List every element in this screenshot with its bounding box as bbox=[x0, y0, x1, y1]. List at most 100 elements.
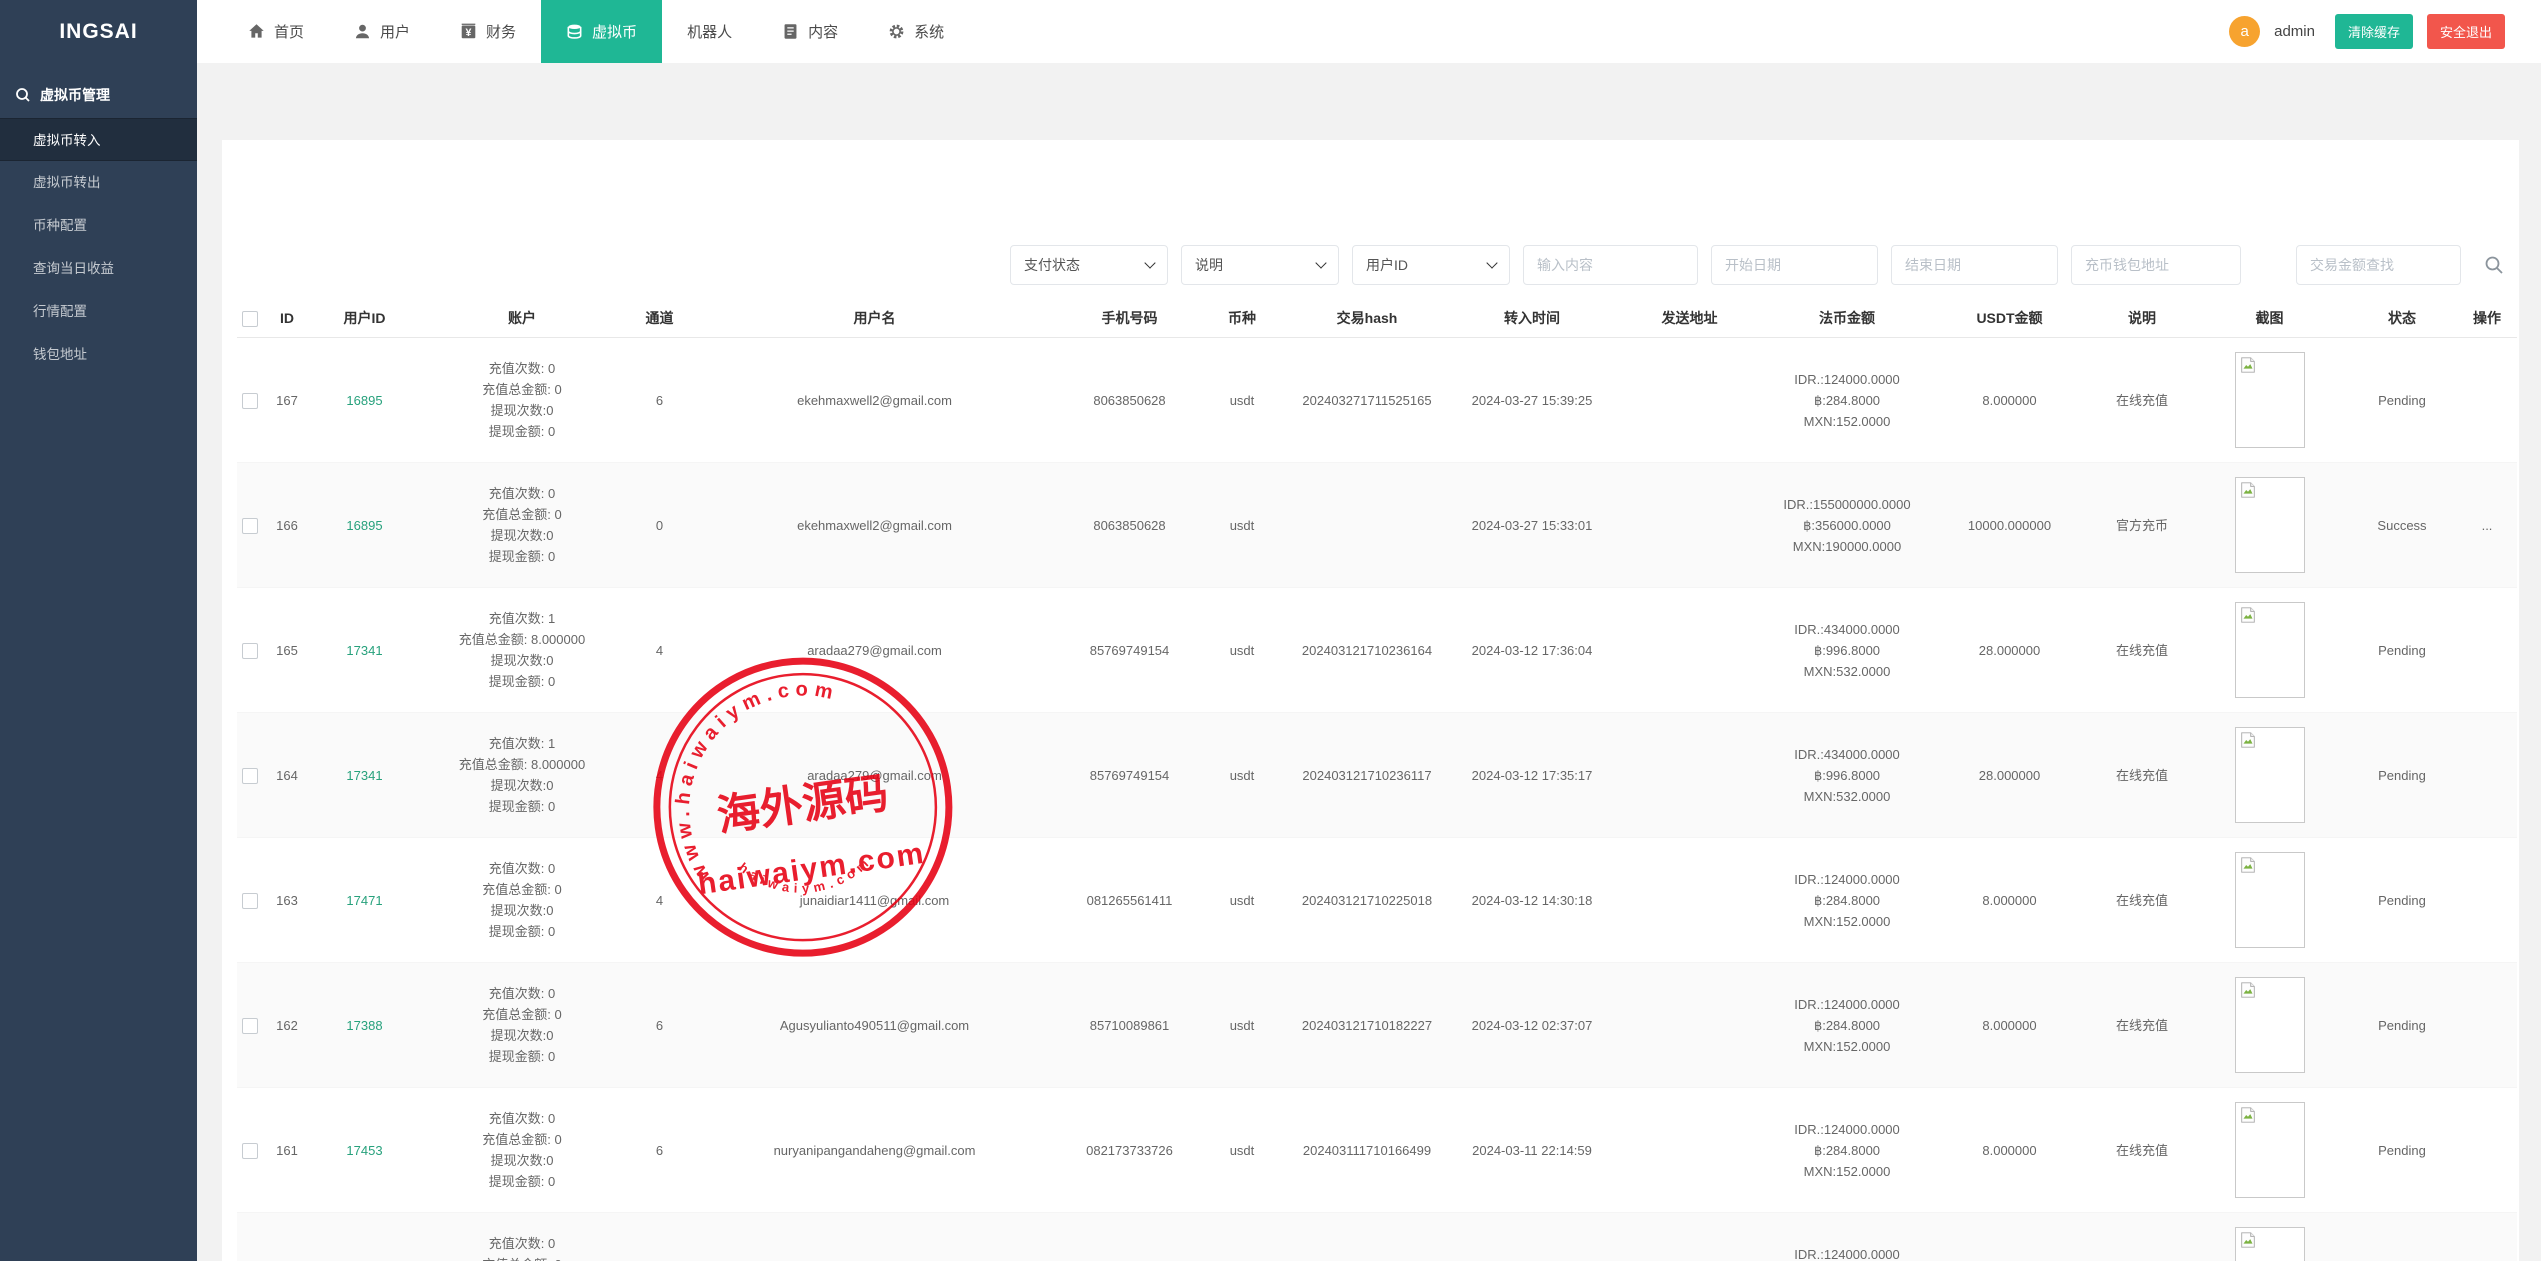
screenshot-thumb[interactable] bbox=[2235, 852, 2305, 948]
cell-user-id-link[interactable]: 17341 bbox=[312, 588, 417, 713]
cell-op[interactable] bbox=[2457, 838, 2517, 963]
cell-id: 163 bbox=[262, 838, 312, 963]
screenshot-thumb[interactable] bbox=[2235, 977, 2305, 1073]
nav-item[interactable]: 首页 bbox=[223, 0, 329, 63]
nav-item[interactable]: 虚拟币 bbox=[541, 0, 662, 63]
cell-op[interactable] bbox=[2457, 713, 2517, 838]
sidebar-item[interactable]: 虚拟币转入 bbox=[0, 118, 197, 161]
cell-op[interactable] bbox=[2457, 963, 2517, 1088]
clear-cache-button[interactable]: 清除缓存 bbox=[2335, 14, 2413, 49]
brand-logo: INGSAI bbox=[0, 0, 197, 63]
cell-usdt-amount: 28.000000 bbox=[1927, 713, 2092, 838]
nav-item[interactable]: 内容 bbox=[757, 0, 863, 63]
cell-user-id-link[interactable]: 17453 bbox=[312, 1088, 417, 1213]
cell-desc: 在线充值 bbox=[2092, 838, 2192, 963]
broken-image-icon bbox=[2239, 856, 2257, 874]
cell-account: 充值次数: 0 充值总金额: 0 提现次数:0 提现金额: 0 bbox=[417, 1213, 627, 1261]
sidebar-item[interactable]: 虚拟币转出 bbox=[0, 161, 197, 204]
content-input[interactable]: 输入内容 bbox=[1523, 245, 1698, 285]
start-date-input[interactable]: 开始日期 bbox=[1711, 245, 1878, 285]
row-checkbox[interactable] bbox=[242, 768, 258, 784]
sidebar-item[interactable]: 行情配置 bbox=[0, 290, 197, 333]
cell-hash: 202403121710236164 bbox=[1282, 588, 1452, 713]
cell-time: 2024-03-11 22:14:59 bbox=[1452, 1088, 1612, 1213]
table-row: 163 17471 充值次数: 0 充值总金额: 0 提现次数:0 提现金额: … bbox=[237, 838, 2517, 963]
cell-username: aradaa279@gmail.com bbox=[692, 713, 1057, 838]
row-checkbox[interactable] bbox=[242, 1018, 258, 1034]
screenshot-thumb[interactable] bbox=[2235, 1227, 2305, 1261]
cell-phone: 85769749154 bbox=[1057, 713, 1202, 838]
column-header: 用户ID bbox=[312, 299, 417, 338]
cell-op[interactable] bbox=[2457, 338, 2517, 463]
cell-op[interactable] bbox=[2457, 1088, 2517, 1213]
logout-button[interactable]: 安全退出 bbox=[2427, 14, 2505, 49]
sidebar-item[interactable]: 查询当日收益 bbox=[0, 247, 197, 290]
cell-channel: 6 bbox=[627, 1088, 692, 1213]
search-icon[interactable] bbox=[2484, 255, 2504, 275]
broken-image-icon bbox=[2239, 981, 2257, 999]
desc-select[interactable]: 说明 bbox=[1181, 245, 1339, 285]
broken-image-icon bbox=[2239, 1231, 2257, 1249]
cell-phone: 082173733726 bbox=[1057, 1213, 1202, 1261]
table-header-row: ID 用户ID 账户 通道 用户名 手机号码 币种 bbox=[237, 299, 2517, 338]
avatar[interactable]: a bbox=[2229, 16, 2260, 47]
records-table: ID 用户ID 账户 通道 用户名 手机号码 币种 bbox=[237, 299, 2517, 1261]
column-header: ID bbox=[262, 299, 312, 338]
table-row: 161 17453 充值次数: 0 充值总金额: 0 提现次数:0 提现金额: … bbox=[237, 1088, 2517, 1213]
cell-desc: 在线充值 bbox=[2092, 963, 2192, 1088]
screenshot-thumb[interactable] bbox=[2235, 477, 2305, 573]
cell-usdt-amount: 8.000000 bbox=[1927, 338, 2092, 463]
cell-user-id-link[interactable]: 17388 bbox=[312, 963, 417, 1088]
cell-desc: 在线充值 bbox=[2092, 338, 2192, 463]
coins-icon bbox=[566, 23, 583, 40]
sidebar-item[interactable]: 钱包地址 bbox=[0, 333, 197, 376]
nav-item[interactable]: 机器人 bbox=[662, 0, 757, 63]
column-header: 交易hash bbox=[1282, 299, 1452, 338]
row-checkbox[interactable] bbox=[242, 518, 258, 534]
cell-op[interactable] bbox=[2457, 1213, 2517, 1261]
screenshot-thumb[interactable] bbox=[2235, 602, 2305, 698]
row-checkbox[interactable] bbox=[242, 643, 258, 659]
cell-time: 2024-03-27 15:33:01 bbox=[1452, 463, 1612, 588]
cell-hash: 202403121710225018 bbox=[1282, 838, 1452, 963]
content-card: 支付状态 说明 用户ID 输入内容 开始日期 结束日期 充币钱包地址 交易金额查… bbox=[222, 140, 2519, 1261]
cell-status: Pending bbox=[2347, 838, 2457, 963]
cell-user-id-link[interactable]: 17341 bbox=[312, 713, 417, 838]
topbar: 首页 用户 ¥ 财务 虚拟币 机器人 内容 bbox=[197, 0, 2541, 63]
cell-account: 充值次数: 0 充值总金额: 0 提现次数:0 提现金额: 0 bbox=[417, 338, 627, 463]
cell-coin: usdt bbox=[1202, 588, 1282, 713]
cell-hash: 202403111710155841 bbox=[1282, 1213, 1452, 1261]
search-icon bbox=[15, 87, 31, 103]
row-checkbox[interactable] bbox=[242, 1143, 258, 1159]
screenshot-thumb[interactable] bbox=[2235, 727, 2305, 823]
sidebar-item[interactable]: 币种配置 bbox=[0, 204, 197, 247]
sidebar-section-title: 虚拟币管理 bbox=[0, 63, 197, 118]
cell-id: 164 bbox=[262, 713, 312, 838]
user-id-select[interactable]: 用户ID bbox=[1352, 245, 1510, 285]
cell-user-id-link[interactable]: 16895 bbox=[312, 338, 417, 463]
screenshot-thumb[interactable] bbox=[2235, 1102, 2305, 1198]
row-checkbox[interactable] bbox=[242, 893, 258, 909]
cell-time: 2024-03-11 19:17:21 bbox=[1452, 1213, 1612, 1261]
row-checkbox[interactable] bbox=[242, 393, 258, 409]
select-all-checkbox[interactable] bbox=[242, 311, 258, 327]
end-date-input[interactable]: 结束日期 bbox=[1891, 245, 2058, 285]
nav-item[interactable]: 用户 bbox=[329, 0, 435, 63]
cell-id: 165 bbox=[262, 588, 312, 713]
cell-user-id-link[interactable]: 16895 bbox=[312, 463, 417, 588]
cell-fiat-amount: IDR.:434000.0000 ฿:996.8000 MXN:532.0000 bbox=[1767, 588, 1927, 713]
cell-hash: 202403121710182227 bbox=[1282, 963, 1452, 1088]
pay-status-select[interactable]: 支付状态 bbox=[1010, 245, 1168, 285]
chevron-down-icon bbox=[1315, 257, 1326, 268]
nav-item[interactable]: ¥ 财务 bbox=[435, 0, 541, 63]
screenshot-thumb[interactable] bbox=[2235, 352, 2305, 448]
amount-search-input[interactable]: 交易金额查找 bbox=[2296, 245, 2461, 285]
nav-item[interactable]: 系统 bbox=[863, 0, 969, 63]
wallet-address-input[interactable]: 充币钱包地址 bbox=[2071, 245, 2241, 285]
cell-id: 161 bbox=[262, 1088, 312, 1213]
cell-user-id-link[interactable]: 17471 bbox=[312, 838, 417, 963]
cell-fiat-amount: IDR.:124000.0000 ฿:284.8000 MXN:152.0000 bbox=[1767, 1213, 1927, 1261]
cell-user-id-link[interactable]: 17453 bbox=[312, 1213, 417, 1261]
cell-op[interactable] bbox=[2457, 588, 2517, 713]
cell-op[interactable]: ... bbox=[2457, 463, 2517, 588]
